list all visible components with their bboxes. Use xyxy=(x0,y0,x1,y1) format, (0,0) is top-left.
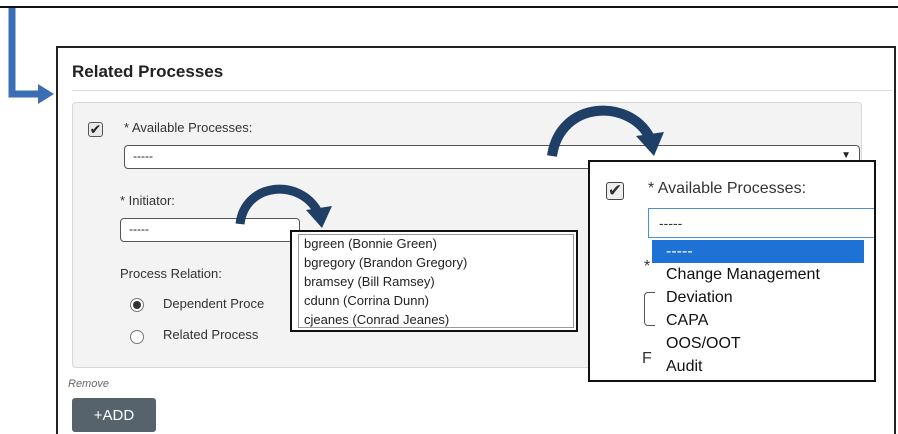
curved-arrow-icon xyxy=(547,105,655,157)
curved-arrow-icon xyxy=(235,184,322,225)
curve-annotations xyxy=(235,105,664,228)
curved-arrowhead-icon xyxy=(306,206,332,228)
curved-arrowhead-icon xyxy=(636,132,664,156)
